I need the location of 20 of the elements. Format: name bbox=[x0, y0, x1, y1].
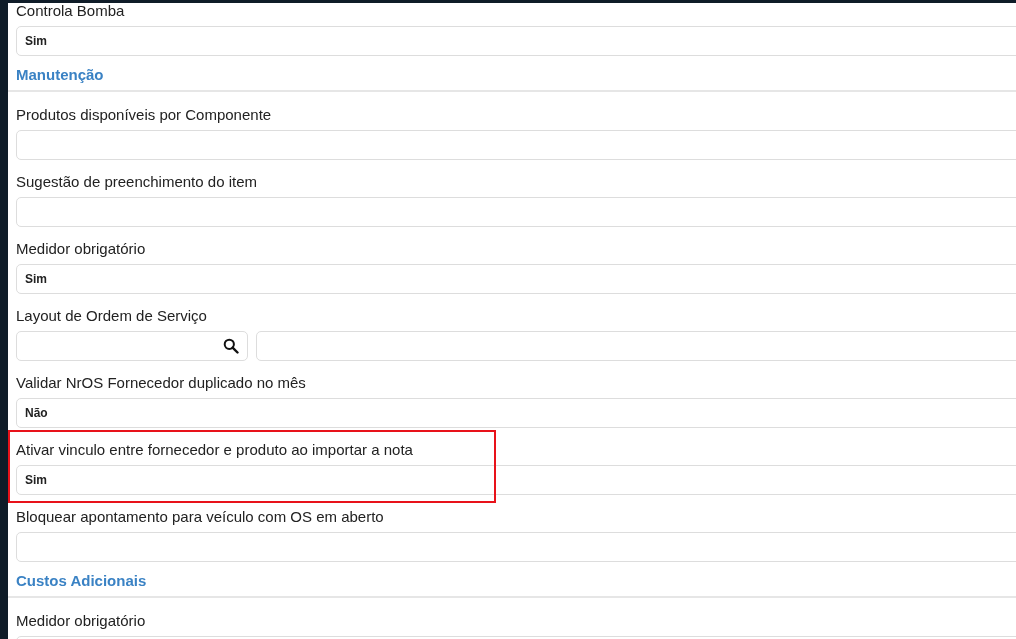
section-heading: Custos Adicionais bbox=[16, 572, 147, 589]
field-label: Layout de Ordem de Serviço bbox=[16, 306, 208, 326]
select-field[interactable]: Sim bbox=[16, 264, 1016, 294]
select-field[interactable] bbox=[16, 130, 1016, 160]
field-label: Medidor obrigatório bbox=[16, 239, 147, 259]
field-label: Medidor obrigatório bbox=[16, 611, 147, 631]
select-field[interactable] bbox=[16, 197, 1016, 227]
lookup-field[interactable] bbox=[16, 331, 248, 361]
select-field[interactable]: Sim bbox=[16, 465, 1016, 495]
section-heading: Manutenção bbox=[16, 66, 104, 83]
select-field[interactable]: Não bbox=[16, 398, 1016, 428]
field-label: Ativar vinculo entre fornecedor e produto ao importar a nota bbox=[16, 440, 414, 460]
select-field[interactable]: Sim bbox=[16, 26, 1016, 56]
search-icon[interactable] bbox=[223, 338, 239, 354]
field-label: Bloquear apontamento para veículo com OS em aberto bbox=[16, 507, 385, 527]
field-label: Controla Bomba bbox=[16, 3, 126, 21]
field-label: Sugestão de preenchimento do item bbox=[16, 172, 258, 192]
field-label: Produtos disponíveis por Componente bbox=[16, 105, 273, 125]
select-field[interactable] bbox=[16, 532, 1016, 562]
field-label: Validar NrOS Fornecedor duplicado no mês bbox=[16, 373, 307, 393]
